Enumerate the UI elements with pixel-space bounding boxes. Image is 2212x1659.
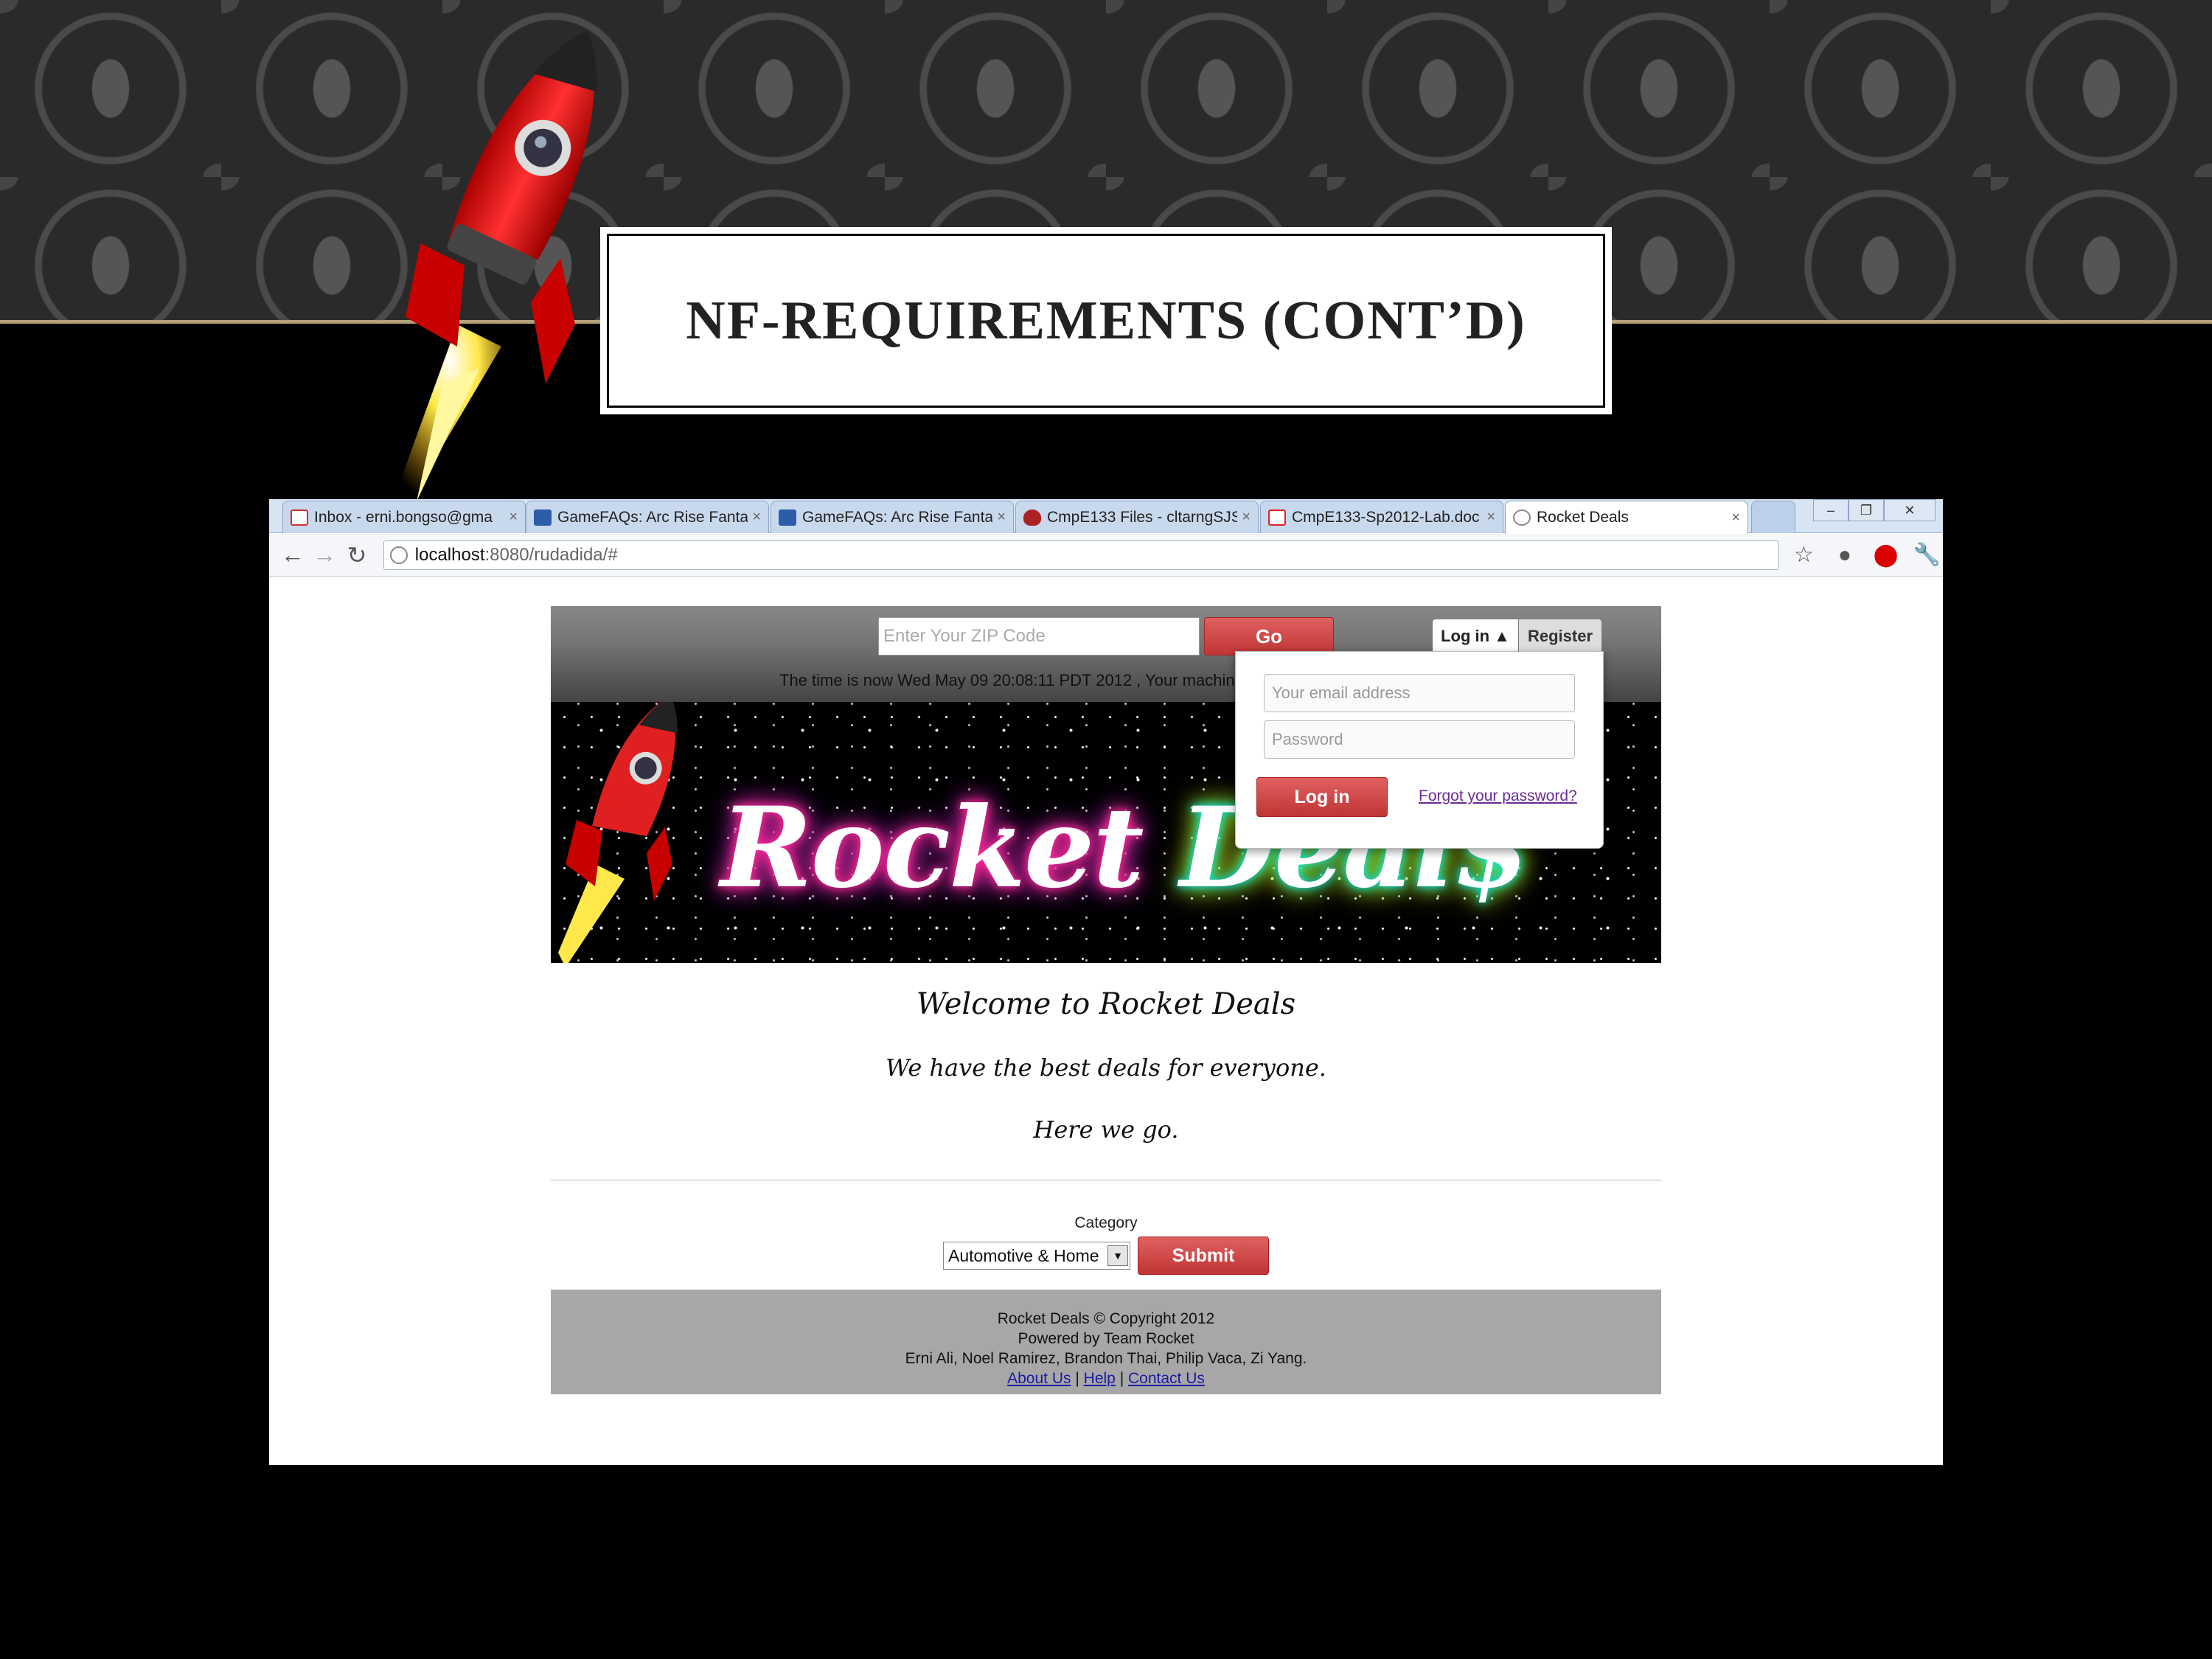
title-box: NF-REQUIREMENTS (CONT’D) xyxy=(600,227,1612,414)
tab-gamefaqs-2[interactable]: GameFAQs: Arc Rise Fanta × xyxy=(771,501,1014,533)
shield-icon xyxy=(1023,509,1041,526)
minimize-button[interactable]: – xyxy=(1813,499,1848,521)
password-field[interactable] xyxy=(1264,720,1575,759)
footer-copyright: Rocket Deals © Copyright 2012 xyxy=(997,1310,1215,1327)
browser-window: Inbox - erni.bongso@gma × GameFAQs: Arc … xyxy=(269,499,1943,1465)
category-select[interactable]: Automotive & Home ▼ xyxy=(943,1242,1130,1270)
globe-icon xyxy=(1513,509,1531,526)
close-icon[interactable]: × xyxy=(1242,509,1251,526)
url-host: localhost xyxy=(414,544,485,565)
window-close-button[interactable]: ✕ xyxy=(1884,499,1935,521)
welcome-section: Welcome to Rocket Deals We have the best… xyxy=(551,982,1661,1147)
star-icon[interactable]: ☆ xyxy=(1788,539,1820,571)
about-us-link[interactable]: About Us xyxy=(1007,1370,1071,1387)
close-icon[interactable]: × xyxy=(1731,509,1740,526)
tab-lab-doc[interactable]: CmpE133-Sp2012-Lab.doc × xyxy=(1260,501,1503,533)
help-link[interactable]: Help xyxy=(1084,1370,1116,1387)
close-icon[interactable]: × xyxy=(997,509,1006,526)
tab-label: Rocket Deals xyxy=(1537,509,1629,526)
adblock-icon[interactable]: ⬤ xyxy=(1870,539,1902,571)
tab-label: CmpE133 Files - cltarngSJS xyxy=(1047,508,1238,526)
tab-inbox[interactable]: Inbox - erni.bongso@gma × xyxy=(282,501,526,533)
gmail-icon xyxy=(291,509,308,526)
category-selected-value: Automotive & Home xyxy=(948,1245,1099,1265)
banner-rocket-icon xyxy=(558,702,678,963)
address-bar[interactable]: localhost:8080/rudadida/# xyxy=(383,540,1779,570)
close-icon[interactable]: × xyxy=(752,509,761,526)
close-icon[interactable]: × xyxy=(1486,509,1495,526)
footer-team: Erni Ali, Noel Ramirez, Brandon Thai, Ph… xyxy=(905,1350,1307,1367)
welcome-subtitle: We have the best deals for everyone. xyxy=(886,1054,1326,1082)
maximize-button[interactable]: ❐ xyxy=(1848,499,1884,521)
tab-gamefaqs-1[interactable]: GameFAQs: Arc Rise Fanta × xyxy=(526,501,769,533)
link-separator: | xyxy=(1075,1370,1079,1387)
gamefaqs-icon xyxy=(534,509,552,526)
reload-icon[interactable]: ↻ xyxy=(341,539,373,571)
link-separator: | xyxy=(1119,1370,1124,1387)
go-button[interactable]: Go xyxy=(1204,617,1334,655)
tab-cmpe133-files[interactable]: CmpE133 Files - cltarngSJS × xyxy=(1015,501,1259,533)
submit-button[interactable]: Submit xyxy=(1138,1237,1269,1275)
forward-icon[interactable]: → xyxy=(309,539,341,571)
chevron-down-icon[interactable]: ▼ xyxy=(1107,1245,1128,1266)
forgot-password-link[interactable]: Forgot your password? xyxy=(1419,787,1577,805)
new-tab-button[interactable] xyxy=(1751,501,1795,533)
wrench-icon[interactable]: 🔧 xyxy=(1910,539,1943,571)
contact-us-link[interactable]: Contact Us xyxy=(1128,1370,1205,1387)
login-tab[interactable]: Log in ▲ xyxy=(1433,619,1518,653)
footer-links: About Us | Help | Contact Us xyxy=(551,1368,1661,1388)
slide: NF-REQUIREMENTS (CONT’D) Inbox - erni.bo… xyxy=(0,0,2212,1659)
category-label: Category xyxy=(1074,1214,1138,1231)
window-controls: – ❐ ✕ xyxy=(1813,499,1935,526)
banner-word-rocket: Rocket xyxy=(720,783,1144,913)
welcome-tagline: Here we go. xyxy=(1033,1116,1179,1144)
slide-title: NF-REQUIREMENTS (CONT’D) xyxy=(686,290,1526,351)
gamefaqs-icon xyxy=(779,509,796,526)
close-icon[interactable]: × xyxy=(509,509,518,526)
tab-strip: Inbox - erni.bongso@gma × GameFAQs: Arc … xyxy=(269,499,1943,534)
server-time-text: The time is now Wed May 09 20:08:11 PDT … xyxy=(779,671,1237,689)
tab-label: CmpE133-Sp2012-Lab.doc xyxy=(1292,508,1480,526)
login-button[interactable]: Log in xyxy=(1256,777,1388,817)
back-icon[interactable]: ← xyxy=(276,539,309,571)
tab-label: GameFAQs: Arc Rise Fanta xyxy=(557,508,748,526)
zip-code-input[interactable] xyxy=(878,617,1200,655)
footer-powered-by: Powered by Team Rocket xyxy=(1018,1330,1194,1347)
email-field[interactable] xyxy=(1264,674,1575,712)
tab-rocket-deals[interactable]: Rocket Deals × xyxy=(1505,501,1748,534)
welcome-title: Welcome to Rocket Deals xyxy=(916,987,1296,1021)
browser-toolbar: ← → ↻ localhost:8080/rudadida/# ☆ ● ⬤ 🔧 xyxy=(269,534,1943,577)
extension-search-icon[interactable]: ● xyxy=(1829,539,1861,571)
tab-label: GameFAQs: Arc Rise Fanta xyxy=(802,508,993,526)
category-row: Automotive & Home ▼ Submit xyxy=(551,1237,1661,1275)
tab-label: Inbox - erni.bongso@gma xyxy=(314,508,493,526)
url-path: :8080/rudadida/# xyxy=(484,544,618,565)
page-icon xyxy=(389,546,408,564)
login-dropdown-panel: Log in Forgot your password? xyxy=(1235,651,1604,849)
register-tab[interactable]: Register xyxy=(1519,619,1601,653)
site-footer: Rocket Deals © Copyright 2012 Powered by… xyxy=(551,1290,1661,1394)
pdf-icon xyxy=(1268,509,1286,526)
